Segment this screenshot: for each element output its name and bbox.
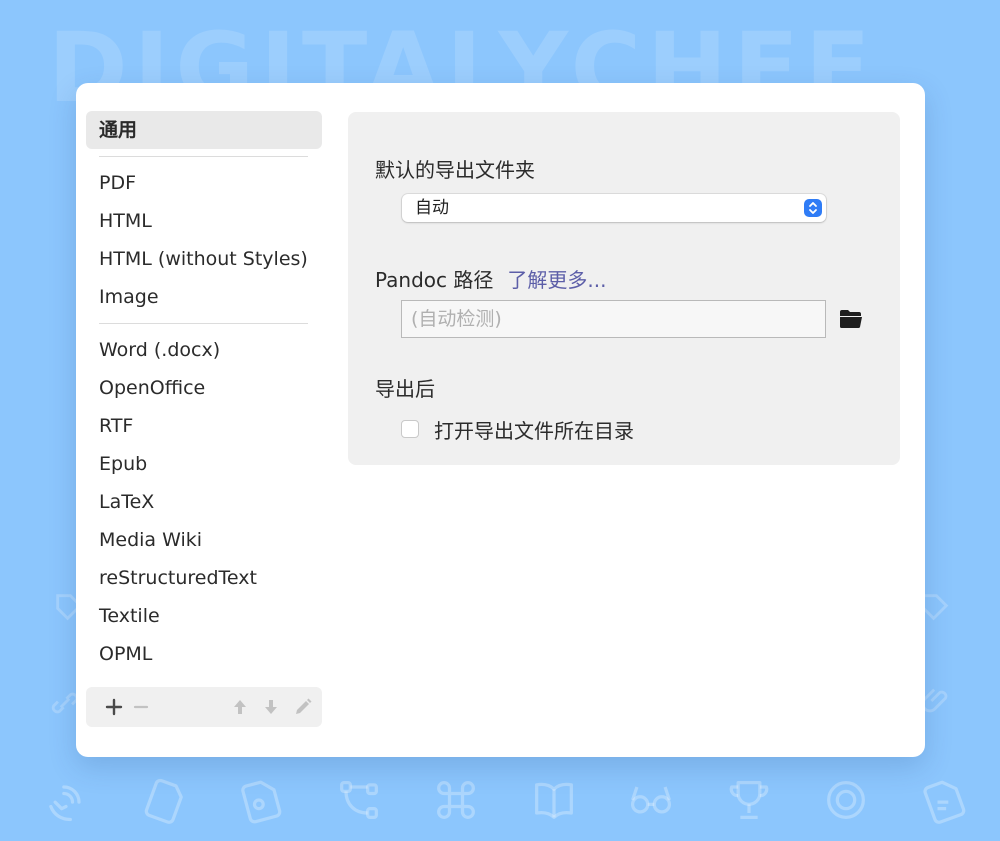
trophy-icon bbox=[729, 781, 769, 819]
sidebar-item-image[interactable]: Image bbox=[86, 278, 322, 316]
folder-icon[interactable] bbox=[839, 309, 863, 329]
sidebar-item-opml[interactable]: OPML bbox=[86, 635, 322, 673]
export-folder-label: 默认的导出文件夹 bbox=[375, 158, 535, 182]
sidebar-item-word[interactable]: Word (.docx) bbox=[86, 331, 322, 369]
sidebar-item-openoffice[interactable]: OpenOffice bbox=[86, 369, 322, 407]
open-folder-checkbox[interactable] bbox=[401, 420, 419, 438]
tag-icon bbox=[923, 780, 966, 824]
sidebar-item-epub[interactable]: Epub bbox=[86, 445, 322, 483]
sidebar-toolbar bbox=[86, 687, 322, 727]
chevron-updown-icon bbox=[804, 199, 822, 217]
add-icon[interactable] bbox=[102, 695, 126, 719]
arrow-down-icon[interactable] bbox=[259, 695, 283, 719]
sidebar-item-pdf[interactable]: PDF bbox=[86, 164, 322, 202]
background-icon-row bbox=[40, 768, 970, 832]
export-format-sidebar: 通用 PDF HTML HTML (without Styles) Image … bbox=[86, 111, 322, 673]
pandoc-path-input[interactable] bbox=[401, 300, 826, 338]
pandoc-path-label: Pandoc 路径 bbox=[375, 268, 494, 292]
export-folder-select[interactable]: 自动 bbox=[402, 194, 826, 222]
after-export-label: 导出后 bbox=[375, 377, 435, 401]
remove-icon[interactable] bbox=[129, 695, 153, 719]
export-folder-value: 自动 bbox=[415, 198, 449, 218]
wifi-hand-icon bbox=[49, 785, 81, 822]
open-folder-checkbox-label[interactable]: 打开导出文件所在目录 bbox=[434, 415, 634, 444]
pencil-icon[interactable] bbox=[291, 695, 315, 719]
background-paperclip-icon bbox=[920, 684, 954, 722]
sidebar-item-restructuredtext[interactable]: reStructuredText bbox=[86, 559, 322, 597]
learn-more-link[interactable]: 了解更多... bbox=[507, 268, 606, 292]
preferences-window: 通用 PDF HTML HTML (without Styles) Image … bbox=[76, 83, 925, 757]
sidebar-item-html-without-styles[interactable]: HTML (without Styles) bbox=[86, 240, 322, 278]
book-icon bbox=[534, 782, 573, 819]
sidebar-item-media-wiki[interactable]: Media Wiki bbox=[86, 521, 322, 559]
pandoc-path-row: Pandoc 路径 了解更多... bbox=[375, 264, 606, 293]
coin-icon bbox=[827, 781, 866, 819]
sidebar-item-general[interactable]: 通用 bbox=[86, 111, 322, 149]
glasses-icon bbox=[631, 786, 672, 814]
sidebar-item-textile[interactable]: Textile bbox=[86, 597, 322, 635]
tag-icon bbox=[241, 780, 282, 824]
vector-icon bbox=[339, 781, 378, 819]
sidebar-separator bbox=[99, 156, 308, 157]
sidebar-item-rtf[interactable]: RTF bbox=[86, 407, 322, 445]
sidebar-separator bbox=[99, 323, 308, 324]
memory-card-icon bbox=[144, 778, 183, 824]
arrow-up-icon[interactable] bbox=[228, 695, 252, 719]
command-icon bbox=[437, 781, 476, 819]
general-settings-panel: 默认的导出文件夹 自动 Pandoc 路径了解更多... 导出后 打开导出文件所… bbox=[348, 112, 900, 465]
sidebar-item-latex[interactable]: LaTeX bbox=[86, 483, 322, 521]
sidebar-item-html[interactable]: HTML bbox=[86, 202, 322, 240]
